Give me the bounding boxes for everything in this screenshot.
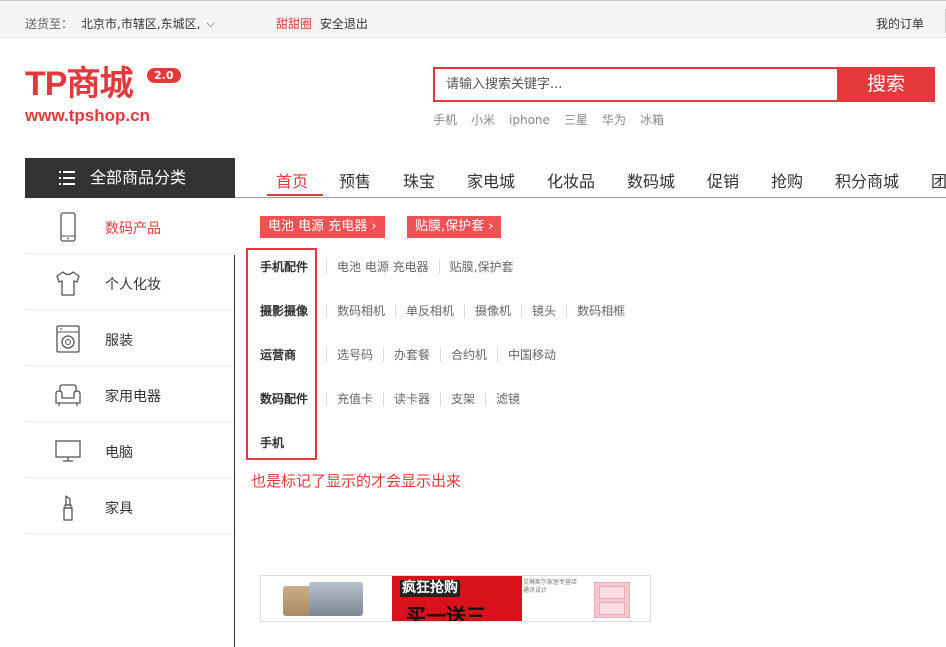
subcategory-link[interactable]: 支架 (440, 392, 486, 406)
nav-flash-sale[interactable]: 抢购 (771, 168, 803, 192)
subcategory-link[interactable]: 电池 电源 充电器 (326, 260, 439, 274)
subcategory-link[interactable]: 贴膜,保护套 (438, 260, 524, 274)
search-bar: 搜索 (433, 67, 935, 102)
shop-line-1: 艾琳斯尔家居专营店 (523, 579, 578, 586)
annotation-note: 也是标记了显示的才会显示出来 (251, 472, 462, 490)
subcategory-links: 电池 电源 充电器 贴膜,保护套 (326, 258, 524, 275)
monitor-icon (55, 440, 81, 462)
shop-line-2: 通讯设计 (523, 587, 548, 594)
nav-active-underline (267, 194, 323, 196)
sidebar-item-label: 数码产品 (105, 221, 161, 237)
sidebar-item-label: 个人化妆 (105, 277, 161, 293)
sidebar-item-appliances[interactable]: 家用电器 (25, 366, 235, 422)
tag-battery-charger[interactable]: 电池 电源 充电器 › (260, 216, 385, 238)
sidebar-item-cosmetics[interactable]: 个人化妆 (25, 254, 235, 310)
annotation-highlight-box (246, 248, 317, 460)
delivery-location[interactable]: 送货至： 北京市,市辖区,东城区, ⌵ (25, 15, 215, 32)
chevron-down-icon[interactable]: ⌵ (206, 17, 214, 31)
subcategory-links: 充值卡 读卡器 支架 滤镜 (326, 390, 531, 407)
shop-text: 艾琳斯尔家居专营店 通讯设计 (523, 579, 577, 595)
tag-label: 电池 电源 充电器 (268, 219, 368, 234)
all-categories-header[interactable]: 全部商品分类 (25, 158, 235, 198)
subcategory-link[interactable]: 中国移动 (497, 348, 567, 362)
tag-screen-protector[interactable]: 贴膜,保护套 › (407, 216, 502, 238)
hot-word[interactable]: iphone (509, 113, 550, 127)
search-button[interactable]: 搜索 (837, 67, 935, 102)
hot-word[interactable]: 三星 (564, 113, 588, 127)
deliver-label: 送货至： (25, 17, 74, 31)
subcategory-links: 选号码 办套餐 合约机 中国移动 (326, 346, 567, 363)
subcategory-link[interactable]: 读卡器 (383, 392, 441, 406)
sidebar-item-computer[interactable]: 电脑 (25, 422, 235, 478)
sidebar-item-clothing[interactable]: 服装 (25, 310, 235, 366)
sidebar-item-digital[interactable]: 数码产品 (25, 198, 235, 254)
phone-icon (60, 212, 76, 242)
subcategory-link[interactable]: 数码相机 (326, 304, 396, 318)
tshirt-icon (56, 271, 80, 296)
subcategory-link[interactable]: 滤镜 (485, 392, 531, 406)
all-categories-label: 全部商品分类 (90, 168, 187, 187)
menu-icon (59, 171, 75, 185)
username-link[interactable]: 甜甜圈 (276, 17, 312, 31)
top-bar: 送货至： 北京市,市辖区,东城区, ⌵ 甜甜圈 安全退出 我的订单 (0, 0, 946, 38)
subcategory-link[interactable]: 合约机 (440, 348, 498, 362)
hot-word[interactable]: 小米 (471, 113, 495, 127)
sidebar-item-furniture[interactable]: 家具 (25, 478, 235, 534)
subcategory-links: 数码相机 单反相机 摄像机 镜头 数码相框 (326, 302, 636, 319)
nav-group-buy[interactable]: 团 (931, 168, 946, 192)
category-sidebar: 数码产品 个人化妆 服装 家用电器 电脑 家具 (25, 198, 235, 534)
nav-promotion[interactable]: 促销 (707, 168, 739, 192)
logo-url: www.tpshop.cn (25, 106, 150, 125)
subcategory-link[interactable]: 数码相框 (566, 304, 636, 318)
subcategory-link[interactable]: 充值卡 (326, 392, 384, 406)
hot-word[interactable]: 华为 (602, 113, 626, 127)
subcategory-link[interactable]: 单反相机 (395, 304, 465, 318)
nav-home[interactable]: 首页 (276, 168, 308, 192)
site-logo[interactable]: TP商城 2.0 www.tpshop.cn (25, 66, 195, 128)
nav-cosmetics[interactable]: 化妆品 (547, 168, 595, 192)
washer-icon (56, 325, 80, 353)
nav-points-mall[interactable]: 积分商城 (835, 168, 899, 192)
logo-version-badge: 2.0 (147, 68, 181, 83)
promo-line-2: 买一送三 (406, 604, 486, 622)
promo-line-1: 疯狂抢购 (400, 580, 460, 597)
nav-divider (235, 197, 946, 198)
hot-word[interactable]: 手机 (433, 113, 457, 127)
subcategory-link[interactable]: 镜头 (521, 304, 567, 318)
hot-words: 手机 小米 iphone 三星 华为 冰箱 (433, 111, 678, 128)
nav-jewelry[interactable]: 珠宝 (403, 168, 435, 192)
chevron-right-icon: › (371, 219, 377, 234)
subcategory-link[interactable]: 选号码 (326, 348, 384, 362)
drawer-image (594, 582, 630, 618)
my-orders-link[interactable]: 我的订单 (876, 15, 924, 32)
tag-label: 贴膜,保护套 (415, 219, 485, 234)
sidebar-divider (234, 255, 235, 647)
sofa-icon (55, 384, 81, 406)
hot-word[interactable]: 冰箱 (640, 113, 664, 127)
sidebar-item-label: 家用电器 (105, 389, 161, 405)
promo-block: 疯狂抢购 买一送三 (392, 576, 522, 622)
logout-link[interactable]: 安全退出 (320, 17, 368, 31)
logo-brand: TP商城 (25, 65, 133, 103)
sidebar-item-label: 电脑 (105, 445, 133, 461)
nav-digital[interactable]: 数码城 (627, 168, 675, 192)
main-nav: 首页 预售 珠宝 家电城 化妆品 数码城 促销 抢购 积分商城 团 (262, 158, 946, 198)
nav-appliances[interactable]: 家电城 (467, 168, 515, 192)
user-info: 甜甜圈 安全退出 (276, 15, 368, 32)
promo-banner[interactable]: 疯狂抢购 买一送三 艾琳斯尔家居专营店 通讯设计 (260, 575, 651, 622)
chevron-right-icon: › (488, 219, 494, 234)
subcategory-link[interactable]: 办套餐 (383, 348, 441, 362)
subcategory-link[interactable]: 摄像机 (464, 304, 522, 318)
sidebar-item-label: 服装 (105, 333, 133, 349)
lipstick-icon (63, 495, 73, 521)
location-text: 北京市,市辖区,东城区, (81, 17, 201, 31)
nav-presale[interactable]: 预售 (339, 168, 371, 192)
sidebar-item-label: 家具 (105, 501, 133, 517)
phone-image (309, 582, 363, 616)
search-input[interactable] (433, 67, 837, 102)
